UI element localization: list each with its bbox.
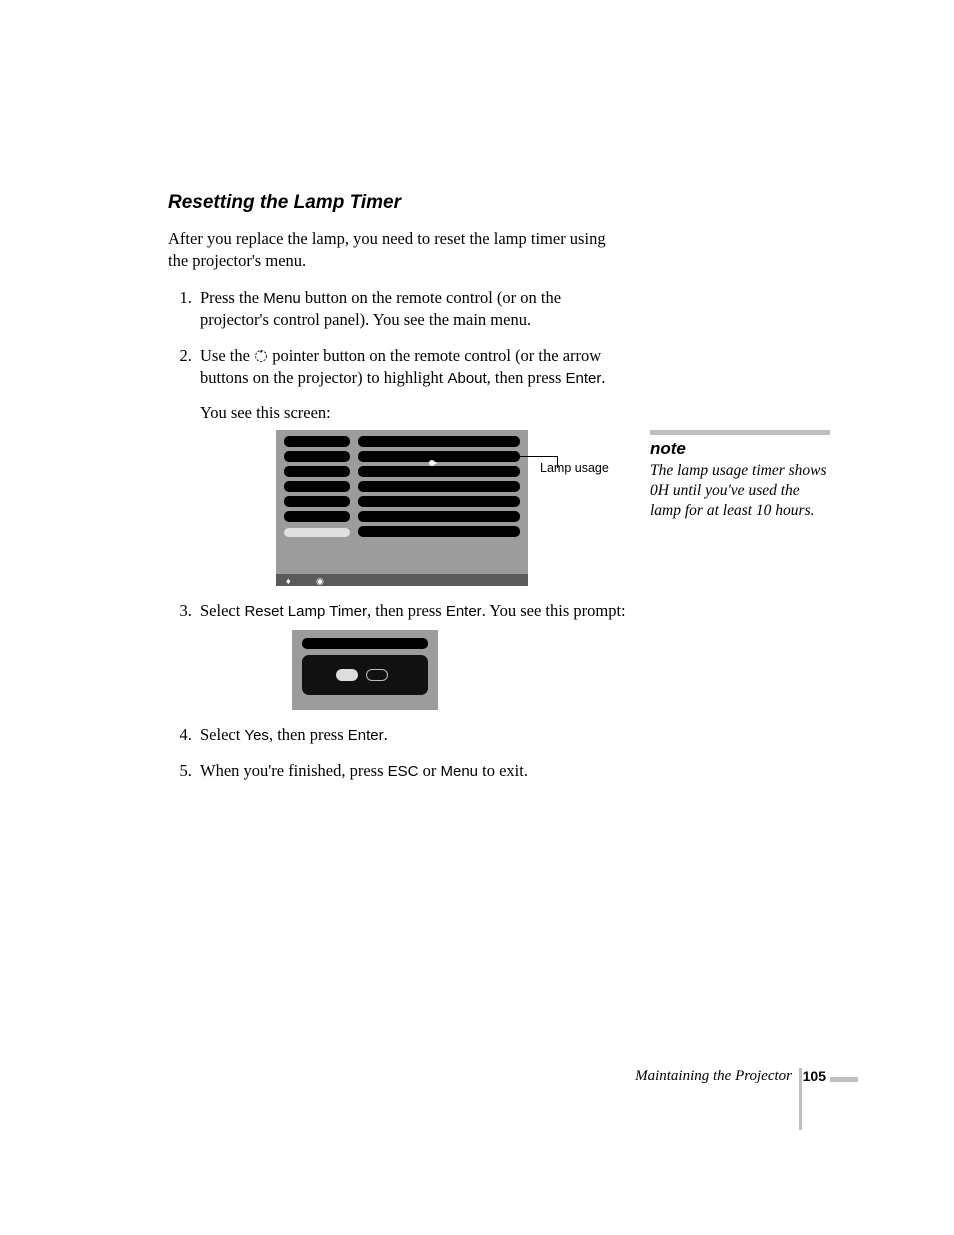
step-1: Press the Menu button on the remote cont… bbox=[196, 287, 628, 332]
footer-vertical-rule bbox=[799, 1068, 802, 1130]
menu-row bbox=[358, 511, 520, 522]
ui-label-enter: Enter bbox=[566, 370, 602, 387]
enter-icon bbox=[428, 452, 438, 462]
menu-row bbox=[358, 496, 520, 507]
step-text: Press the bbox=[200, 288, 263, 307]
menu-item bbox=[284, 511, 350, 522]
menu-item bbox=[284, 436, 350, 447]
intro-paragraph: After you replace the lamp, you need to … bbox=[168, 228, 628, 273]
updown-icon: ♦ bbox=[286, 575, 291, 587]
footer-section-title: Maintaining the Projector bbox=[635, 1068, 792, 1085]
page-footer: Maintaining the Projector 105 bbox=[0, 1068, 954, 1088]
menu-item bbox=[284, 451, 350, 462]
prompt-screenshot-wrap bbox=[292, 630, 628, 710]
step-text: to exit. bbox=[478, 761, 528, 780]
menu-bottombar: ♦ ◉ bbox=[276, 574, 528, 586]
step-4: Select Yes, then press Enter. bbox=[196, 724, 628, 746]
main-content: Resetting the Lamp Timer After you repla… bbox=[168, 192, 628, 797]
menu-row bbox=[358, 526, 520, 537]
page: Resetting the Lamp Timer After you repla… bbox=[0, 0, 954, 1235]
prompt-body bbox=[302, 655, 428, 695]
step-subtext: You see this screen: bbox=[200, 402, 628, 424]
step-list: Press the Menu button on the remote cont… bbox=[168, 287, 628, 783]
ui-label-esc: ESC bbox=[388, 763, 419, 780]
prompt-title-bar bbox=[302, 638, 428, 649]
menu-row bbox=[358, 481, 520, 492]
menu-item bbox=[284, 466, 350, 477]
section-heading: Resetting the Lamp Timer bbox=[168, 192, 628, 214]
menu-row bbox=[358, 436, 520, 447]
ui-label-about: About bbox=[447, 370, 486, 387]
step-text: Select bbox=[200, 725, 244, 744]
footer-horizontal-rule bbox=[830, 1077, 858, 1082]
margin-note: note The lamp usage timer shows 0H until… bbox=[650, 430, 830, 521]
prompt-screenshot bbox=[292, 630, 438, 710]
step-text: When you're finished, press bbox=[200, 761, 388, 780]
step-text: Select bbox=[200, 601, 244, 620]
step-2: Use the pointer button on the remote con… bbox=[196, 345, 628, 586]
page-number: 105 bbox=[803, 1068, 826, 1084]
step-text: . bbox=[601, 368, 605, 387]
ui-label-enter: Enter bbox=[446, 603, 482, 620]
menu-main bbox=[358, 436, 520, 541]
prompt-yes-button bbox=[336, 669, 358, 681]
step-text: , then press bbox=[269, 725, 348, 744]
step-text: . bbox=[384, 725, 388, 744]
menu-sidebar bbox=[284, 436, 350, 541]
ui-label-yes: Yes bbox=[244, 727, 268, 744]
step-text: or bbox=[418, 761, 440, 780]
ui-label-menu: Menu bbox=[440, 763, 478, 780]
ui-label-menu: Menu bbox=[263, 290, 301, 307]
menu-screenshot-wrap: ♦ ◉ Lamp usage bbox=[276, 430, 628, 586]
menu-item bbox=[284, 481, 350, 492]
note-body: The lamp usage timer shows 0H until you'… bbox=[650, 461, 830, 521]
step-5: When you're finished, press ESC or Menu … bbox=[196, 760, 628, 782]
step-text: , then press bbox=[367, 601, 446, 620]
menu-item-selected bbox=[284, 528, 350, 537]
ui-label-enter: Enter bbox=[348, 727, 384, 744]
pointer-icon bbox=[254, 347, 268, 361]
menu-item bbox=[284, 496, 350, 507]
ui-label-reset-lamp-timer: Reset Lamp Timer bbox=[244, 603, 367, 620]
prompt-no-button bbox=[366, 669, 388, 681]
note-rule bbox=[650, 430, 830, 435]
step-3: Select Reset Lamp Timer, then press Ente… bbox=[196, 600, 628, 710]
enter-icon-small: ◉ bbox=[316, 575, 324, 587]
step-text: Use the bbox=[200, 346, 254, 365]
note-heading: note bbox=[650, 439, 830, 459]
menu-row bbox=[358, 466, 520, 477]
step-text: . You see this prompt: bbox=[482, 601, 626, 620]
step-text: , then press bbox=[487, 368, 566, 387]
menu-screenshot: ♦ ◉ bbox=[276, 430, 528, 586]
callout-label: Lamp usage bbox=[540, 460, 609, 477]
callout-line bbox=[450, 456, 558, 457]
